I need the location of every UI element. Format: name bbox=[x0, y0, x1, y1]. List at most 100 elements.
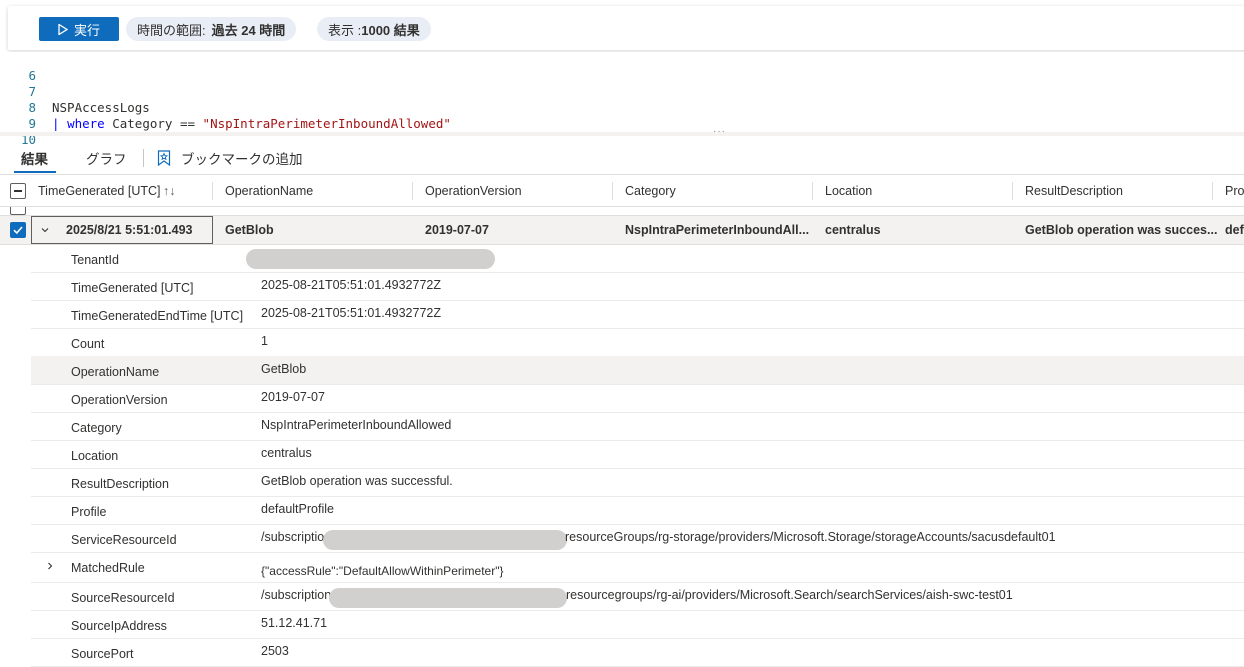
chevron-down-icon[interactable] bbox=[40, 225, 50, 235]
column-resize-handle[interactable] bbox=[612, 182, 613, 200]
detail-field-name: OperationName bbox=[71, 365, 160, 379]
column-resize-handle[interactable] bbox=[212, 182, 213, 200]
detail-row-hovered[interactable]: OperationName GetBlob bbox=[31, 356, 1244, 385]
detail-row-expandable[interactable]: MatchedRule {"accessRule":"DefaultAllowW… bbox=[31, 552, 1244, 583]
detail-field-value[interactable]: {"accessRule":"DefaultAllowWithinPerimet… bbox=[261, 564, 503, 578]
cell-location[interactable]: centralus bbox=[825, 216, 881, 244]
cell-operationname[interactable]: GetBlob bbox=[225, 216, 274, 244]
detail-row[interactable]: TimeGenerated [UTC] 2025-08-21T05:51:01.… bbox=[31, 272, 1244, 301]
select-all-checkbox[interactable] bbox=[10, 183, 26, 199]
result-limit-label: 表示 : bbox=[328, 22, 362, 38]
active-tab-indicator bbox=[14, 171, 56, 173]
cell-timegenerated[interactable]: 2025/8/21 5:51:01.493 bbox=[66, 216, 193, 244]
detail-field-value[interactable]: GetBlob bbox=[261, 362, 306, 376]
detail-field-value-prefix[interactable]: /subscriptio bbox=[261, 530, 324, 544]
detail-field-value[interactable]: NspIntraPerimeterInboundAllowed bbox=[261, 418, 451, 432]
play-icon bbox=[58, 23, 68, 35]
detail-row[interactable]: SourceResourceId /subscription resourceg… bbox=[31, 582, 1244, 611]
cell-resultdescription[interactable]: GetBlob operation was succes... bbox=[1025, 216, 1217, 244]
cell-category[interactable]: NspIntraPerimeterInboundAll... bbox=[625, 216, 809, 244]
run-button[interactable]: 実行 bbox=[39, 17, 119, 41]
column-header-operationversion[interactable]: OperationVersion bbox=[425, 176, 522, 206]
detail-row[interactable]: Count 1 bbox=[31, 328, 1244, 357]
detail-row-tenantid[interactable]: TenantId bbox=[31, 244, 1244, 273]
column-header-profile[interactable]: Pro bbox=[1225, 176, 1244, 206]
table-row-selected[interactable]: 2025/8/21 5:51:01.493 GetBlob 2019-07-07… bbox=[0, 216, 1244, 245]
bookmark-icon[interactable] bbox=[157, 150, 171, 166]
detail-field-name: SourceIpAddress bbox=[71, 619, 167, 633]
query-editor[interactable]: 6 7 NSPAccessLogs 8 | where Category == … bbox=[0, 52, 1244, 147]
detail-field-name: OperationVersion bbox=[71, 393, 168, 407]
detail-field-value[interactable]: centralus bbox=[261, 446, 312, 460]
table-row-partial[interactable] bbox=[0, 207, 1244, 216]
detail-field-name: SourceResourceId bbox=[71, 591, 175, 605]
detail-row[interactable]: SourceIpAddress 51.12.41.71 bbox=[31, 610, 1244, 639]
column-header-category[interactable]: Category bbox=[625, 176, 676, 206]
run-button-label: 実行 bbox=[73, 22, 100, 38]
detail-field-value[interactable]: 1 bbox=[261, 334, 268, 348]
detail-field-name: MatchedRule bbox=[71, 561, 145, 575]
sort-icon[interactable]: ↑↓ bbox=[163, 176, 176, 206]
detail-row[interactable]: OperationVersion 2019-07-07 bbox=[31, 384, 1244, 413]
detail-field-value[interactable]: 2025-08-21T05:51:01.4932772Z bbox=[261, 306, 441, 320]
tab-divider bbox=[143, 149, 144, 167]
column-resize-handle[interactable] bbox=[1012, 182, 1013, 200]
cell-operationversion[interactable]: 2019-07-07 bbox=[425, 216, 489, 244]
time-range-picker[interactable]: 時間の範囲: 過去 24 時間 bbox=[126, 17, 297, 41]
detail-field-name: TimeGeneratedEndTime [UTC] bbox=[71, 309, 244, 323]
column-resize-handle[interactable] bbox=[412, 182, 413, 200]
detail-field-name: Category bbox=[71, 421, 122, 435]
detail-field-value[interactable]: GetBlob operation was successful. bbox=[261, 474, 453, 488]
cell-profile[interactable]: def bbox=[1225, 216, 1244, 244]
redacted-value bbox=[329, 588, 567, 608]
detail-row[interactable]: SourcePort 2503 bbox=[31, 638, 1244, 667]
detail-row[interactable]: Location centralus bbox=[31, 440, 1244, 469]
tab-chart[interactable]: グラフ bbox=[86, 148, 127, 168]
chevron-right-icon[interactable] bbox=[45, 561, 55, 571]
detail-field-value[interactable]: 2019-07-07 bbox=[261, 390, 325, 404]
detail-row[interactable]: ResultDescription GetBlob operation was … bbox=[31, 468, 1244, 497]
column-resize-handle[interactable] bbox=[812, 182, 813, 200]
column-resize-handle[interactable] bbox=[1212, 182, 1213, 200]
detail-field-name: Count bbox=[71, 337, 105, 351]
detail-field-value[interactable]: defaultProfile bbox=[261, 502, 334, 516]
results-grid-header: TimeGenerated [UTC] ↑↓ OperationName Ope… bbox=[0, 176, 1244, 207]
editor-line: 6 bbox=[0, 52, 1244, 83]
detail-field-value-suffix[interactable]: resourcegroups/rg-ai/providers/Microsoft… bbox=[566, 588, 1013, 602]
detail-field-value[interactable]: 51.12.41.71 bbox=[261, 616, 327, 630]
result-limit-value: 1000 結果 bbox=[361, 22, 420, 38]
detail-field-value-prefix[interactable]: /subscription bbox=[261, 588, 331, 602]
column-header-operationname[interactable]: OperationName bbox=[225, 176, 313, 206]
detail-field-name: ServiceResourceId bbox=[71, 533, 177, 547]
time-range-value: 過去 24 時間 bbox=[211, 22, 286, 38]
detail-field-name: TenantId bbox=[71, 253, 119, 267]
column-header-timegenerated[interactable]: TimeGenerated [UTC] bbox=[38, 176, 161, 206]
detail-row[interactable]: Profile defaultProfile bbox=[31, 496, 1244, 525]
editor-line: 10 bbox=[0, 116, 1244, 147]
column-header-location[interactable]: Location bbox=[825, 176, 872, 206]
results-tabs: 結果 グラフ ブックマークの追加 bbox=[0, 140, 1244, 175]
detail-field-value[interactable]: 2503 bbox=[261, 644, 289, 658]
row-checkbox[interactable] bbox=[10, 207, 26, 215]
detail-field-name: TimeGenerated [UTC] bbox=[71, 281, 194, 295]
pane-splitter[interactable] bbox=[0, 132, 1244, 136]
detail-field-name: ResultDescription bbox=[71, 477, 169, 491]
add-bookmark-button[interactable]: ブックマークの追加 bbox=[181, 148, 303, 168]
splitter-grip-icon[interactable]: ··· bbox=[713, 126, 726, 137]
detail-field-value-suffix[interactable]: resourceGroups/rg-storage/providers/Micr… bbox=[565, 530, 1056, 544]
row-checkbox[interactable] bbox=[10, 222, 26, 238]
editor-line: 7 NSPAccessLogs bbox=[0, 68, 1244, 115]
redacted-value bbox=[246, 249, 495, 269]
detail-field-name: SourcePort bbox=[71, 647, 134, 661]
detail-row[interactable]: Category NspIntraPerimeterInboundAllowed bbox=[31, 412, 1244, 441]
detail-row[interactable]: ServiceResourceId /subscriptio resourceG… bbox=[31, 524, 1244, 553]
detail-field-value[interactable]: 2025-08-21T05:51:01.4932772Z bbox=[261, 278, 441, 292]
query-toolbar: 実行 時間の範囲: 過去 24 時間 表示 : 1000 結果 bbox=[8, 6, 1244, 50]
result-limit-picker[interactable]: 表示 : 1000 結果 bbox=[317, 17, 431, 41]
tab-results[interactable]: 結果 bbox=[21, 148, 48, 168]
column-header-resultdescription[interactable]: ResultDescription bbox=[1025, 176, 1123, 206]
time-range-label: 時間の範囲: bbox=[137, 22, 206, 38]
detail-field-name: Location bbox=[71, 449, 119, 463]
editor-line: 9 bbox=[0, 100, 1244, 131]
detail-row[interactable]: TimeGeneratedEndTime [UTC] 2025-08-21T05… bbox=[31, 300, 1244, 329]
